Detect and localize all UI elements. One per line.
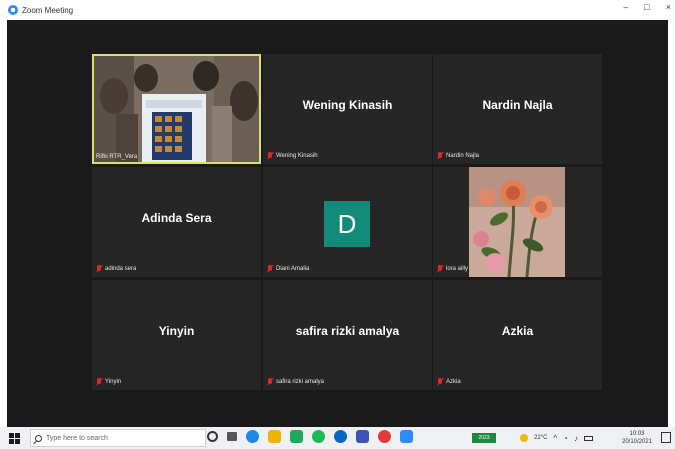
participant-video <box>469 167 565 277</box>
chevron-up-icon[interactable]: ^ <box>553 434 557 443</box>
participant-tile[interactable]: Adinda Sera adinda sera <box>92 167 261 277</box>
mic-muted-icon <box>96 378 102 386</box>
windows-start-icon[interactable] <box>9 432 20 444</box>
minimize-button[interactable]: – <box>623 2 628 12</box>
participant-name-label: Diani Amalia <box>276 266 310 272</box>
task-view-icon[interactable] <box>227 432 237 441</box>
participant-name-label: lora ailly <box>446 266 469 272</box>
window-title: Zoom Meeting <box>22 5 74 15</box>
mic-muted-icon <box>437 378 443 386</box>
network-icon[interactable]: ◔ <box>563 434 568 443</box>
participant-display-name: Adinda Sera <box>141 211 212 225</box>
cortana-icon[interactable] <box>207 431 218 442</box>
search-placeholder: Type here to search <box>46 434 108 442</box>
mic-muted-icon <box>437 265 443 273</box>
participant-name-label: Yinyin <box>105 379 122 385</box>
photos-icon[interactable] <box>356 430 369 443</box>
tray-badge[interactable]: 2023 <box>472 433 496 443</box>
participant-name-label: Nardin Najla <box>446 153 480 159</box>
participant-tile[interactable]: Yinyin Yinyin <box>92 280 261 390</box>
participant-display-name: safira rizki amalya <box>295 324 400 338</box>
participant-name-label: Wening Kinasih <box>276 153 318 159</box>
participant-display-name: Wening Kinasih <box>302 98 393 112</box>
participant-video <box>94 56 259 162</box>
file-explorer-icon[interactable] <box>268 430 281 443</box>
app-icon[interactable] <box>334 430 347 443</box>
whatsapp-icon[interactable] <box>290 430 303 443</box>
notification-center-icon[interactable] <box>661 432 671 443</box>
clock-time: 10:03 <box>629 431 645 437</box>
close-button[interactable]: × <box>666 2 671 12</box>
participant-label: lora ailly <box>437 265 468 273</box>
participant-label: Azkia <box>437 378 461 386</box>
participant-name-label: Azkia <box>446 379 461 385</box>
participant-label: adinda sera <box>96 265 136 273</box>
edge-browser-icon[interactable] <box>246 430 259 443</box>
clock-date: 20/10/2021 <box>622 439 653 445</box>
participant-name-label: adinda sera <box>105 266 137 272</box>
title-bar: Zoom Meeting – □ × <box>0 0 675 20</box>
participant-display-name: Azkia <box>501 324 534 338</box>
zoom-taskbar-icon[interactable] <box>400 430 413 443</box>
windows-taskbar: Type here to search 2023 22°C ^ ◔ ♪ 10:0… <box>0 427 675 449</box>
meeting-gallery: Rifki RTR_Vera Wening Kinasih Wening Kin… <box>7 20 668 427</box>
mic-muted-icon <box>96 265 102 273</box>
mic-muted-icon <box>267 265 273 273</box>
volume-icon[interactable]: ♪ <box>574 434 578 443</box>
battery-icon[interactable] <box>584 435 594 441</box>
crowd-video-image <box>94 56 259 162</box>
participant-tile[interactable]: Nardin Najla Nardin Najla <box>433 54 602 164</box>
participant-display-name: Nardin Najla <box>482 98 553 112</box>
participant-display-name: Yinyin <box>158 324 195 338</box>
taskbar-search-input[interactable]: Type here to search <box>30 429 206 447</box>
participant-name-label: safira rizki amalya <box>276 379 325 385</box>
participant-tile[interactable]: Wening Kinasih Wening Kinasih <box>263 54 432 164</box>
zoom-app-icon <box>8 5 18 15</box>
participant-name-label: Rifki RTR_Vera <box>96 154 138 160</box>
participant-label: Nardin Najla <box>437 152 479 160</box>
mic-muted-icon <box>267 378 273 386</box>
spotify-icon[interactable] <box>312 430 325 443</box>
chrome-browser-icon[interactable] <box>378 430 391 443</box>
participant-tile[interactable]: lora ailly <box>433 167 602 277</box>
weather-icon[interactable] <box>520 434 528 442</box>
weather-temp: 22°C <box>534 435 548 441</box>
zoom-screen: Zoom Meeting – □ × Rifki RTR_Vera Wening… <box>0 0 675 449</box>
taskbar-app-icons <box>207 430 413 443</box>
participant-label: Diani Amalia <box>267 265 309 273</box>
participant-label: safira rizki amalya <box>267 378 324 386</box>
participant-tile[interactable]: D Diani Amalia <box>263 167 432 277</box>
mic-muted-icon <box>267 152 273 160</box>
avatar: D <box>324 201 370 247</box>
participant-tile[interactable]: Azkia Azkia <box>433 280 602 390</box>
participant-label: Rifki RTR_Vera <box>96 154 137 160</box>
participant-label: Yinyin <box>96 378 121 386</box>
mic-muted-icon <box>437 152 443 160</box>
search-icon <box>35 434 42 442</box>
roses-video-image <box>469 167 565 277</box>
participant-tile[interactable]: Rifki RTR_Vera <box>92 54 261 164</box>
taskbar-clock[interactable]: 10:03 20/10/2021 <box>622 430 652 446</box>
maximize-button[interactable]: □ <box>644 2 649 12</box>
system-tray: 2023 22°C ^ ◔ ♪ <box>472 427 594 449</box>
window-controls: – □ × <box>623 2 671 12</box>
participant-tile[interactable]: safira rizki amalya safira rizki amalya <box>263 280 432 390</box>
participant-label: Wening Kinasih <box>267 152 318 160</box>
